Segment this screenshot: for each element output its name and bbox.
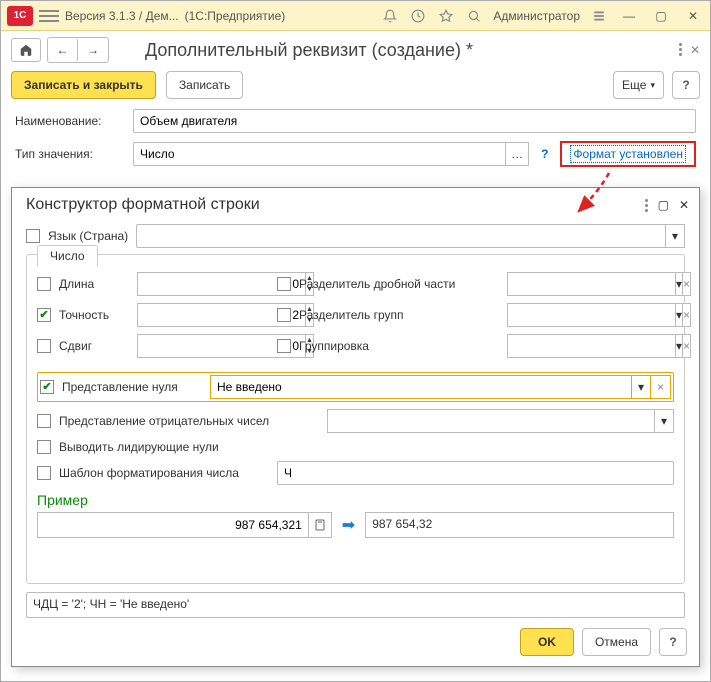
fraction-sep-clear[interactable]: × xyxy=(683,272,691,296)
ok-button[interactable]: OK xyxy=(520,628,574,656)
zero-rep-checkbox[interactable] xyxy=(40,380,54,394)
group-sep-clear[interactable]: × xyxy=(683,303,691,327)
user-menu-icon[interactable] xyxy=(590,7,608,25)
dialog-maximize-button[interactable]: ▢ xyxy=(658,198,669,212)
lang-dropdown-button[interactable]: ▾ xyxy=(665,224,685,248)
name-label: Наименование: xyxy=(15,114,125,128)
template-input[interactable] xyxy=(277,461,674,485)
search-icon[interactable] xyxy=(465,7,483,25)
name-row: Наименование: xyxy=(1,105,710,137)
more-label: Еще xyxy=(622,78,646,92)
grouping-input[interactable] xyxy=(507,334,675,358)
history-icon[interactable] xyxy=(409,7,427,25)
page-close-button[interactable]: ✕ xyxy=(690,43,700,57)
star-icon[interactable] xyxy=(437,7,455,25)
group-sep-checkbox[interactable] xyxy=(277,308,291,322)
grouping-dropdown[interactable]: ▾ xyxy=(675,334,683,358)
nav-row: ← → Дополнительный реквизит (создание) *… xyxy=(1,31,710,65)
type-input[interactable] xyxy=(133,142,505,166)
maximize-button[interactable]: ▢ xyxy=(650,5,672,27)
page-menu-icon[interactable] xyxy=(679,43,682,57)
precision-label: Точность xyxy=(59,308,129,322)
fraction-sep-checkbox[interactable] xyxy=(277,277,291,291)
format-link[interactable]: Формат установлен xyxy=(570,145,686,163)
example-label: Пример xyxy=(37,492,674,508)
chevron-down-icon: ▾ xyxy=(650,80,655,91)
neg-rep-input[interactable] xyxy=(327,409,654,433)
zero-rep-clear[interactable]: × xyxy=(651,375,671,399)
length-checkbox[interactable] xyxy=(37,277,51,291)
leading-zeros-checkbox[interactable] xyxy=(37,440,51,454)
fraction-sep-dropdown[interactable]: ▾ xyxy=(675,272,683,296)
menu-icon[interactable] xyxy=(39,10,59,22)
dialog-title: Конструктор форматной строки xyxy=(26,196,260,214)
forward-button[interactable]: → xyxy=(78,38,108,62)
format-dialog: Конструктор форматной строки ▢ ✕ Язык (С… xyxy=(11,187,700,667)
annotation-arrow-icon xyxy=(569,171,629,215)
arrow-right-icon: ➡ xyxy=(342,515,355,535)
shift-checkbox[interactable] xyxy=(37,339,51,353)
grouping-clear[interactable]: × xyxy=(683,334,691,358)
shift-label: Сдвиг xyxy=(59,339,129,353)
neg-rep-label: Представление отрицательных чисел xyxy=(59,414,319,428)
fraction-sep-label: Разделитель дробной части xyxy=(299,277,499,291)
cancel-button[interactable]: Отмена xyxy=(582,628,651,656)
titlebar: 1C Версия 3.1.3 / Дем... (1С:Предприятие… xyxy=(1,1,710,31)
back-button[interactable]: ← xyxy=(48,38,78,62)
grouping-checkbox[interactable] xyxy=(277,339,291,353)
type-help-icon[interactable]: ? xyxy=(541,147,548,161)
tab-number[interactable]: Число xyxy=(37,245,98,267)
close-window-button[interactable]: ✕ xyxy=(682,5,704,27)
name-input[interactable] xyxy=(133,109,696,133)
neg-rep-checkbox[interactable] xyxy=(37,414,51,428)
type-picker-button[interactable]: … xyxy=(505,142,529,166)
template-checkbox[interactable] xyxy=(37,466,51,480)
result-string: ЧДЦ = '2'; ЧН = 'Не введено' xyxy=(26,592,685,618)
zero-rep-input[interactable] xyxy=(210,375,631,399)
dialog-help-button[interactable]: ? xyxy=(659,628,687,656)
page-title: Дополнительный реквизит (создание) * xyxy=(145,40,473,61)
app-logo: 1C xyxy=(7,6,33,26)
fraction-sep-input[interactable] xyxy=(507,272,675,296)
neg-rep-dropdown[interactable]: ▾ xyxy=(654,409,674,433)
leading-zeros-label: Выводить лидирующие нули xyxy=(59,440,219,454)
help-button[interactable]: ? xyxy=(672,71,700,99)
type-row: Тип значения: … ? Формат установлен xyxy=(1,137,710,171)
lang-label: Язык (Страна) xyxy=(48,229,128,243)
template-label: Шаблон форматирования числа xyxy=(59,466,269,480)
lang-input[interactable] xyxy=(136,224,665,248)
example-output: 987 654,32 xyxy=(365,512,674,538)
group-sep-dropdown[interactable]: ▾ xyxy=(675,303,683,327)
action-row: Записать и закрыть Записать Еще ▾ ? xyxy=(1,65,710,105)
dialog-close-button[interactable]: ✕ xyxy=(679,198,689,212)
more-button[interactable]: Еще ▾ xyxy=(613,71,664,99)
save-button[interactable]: Записать xyxy=(166,71,243,99)
calculator-icon[interactable] xyxy=(308,512,332,538)
type-label: Тип значения: xyxy=(15,147,125,161)
dialog-menu-icon[interactable] xyxy=(645,199,648,212)
format-link-highlight: Формат установлен xyxy=(560,141,696,167)
lang-checkbox[interactable] xyxy=(26,229,40,243)
grouping-label: Группировка xyxy=(299,339,499,353)
minimize-button[interactable]: — xyxy=(618,5,640,27)
zero-rep-label: Представление нуля xyxy=(62,380,202,394)
title-version: Версия 3.1.3 / Дем... xyxy=(65,9,179,23)
user-name[interactable]: Администратор xyxy=(493,9,580,23)
group-sep-label: Разделитель групп xyxy=(299,308,499,322)
example-input[interactable] xyxy=(37,512,308,538)
zero-rep-dropdown[interactable]: ▾ xyxy=(631,375,651,399)
save-close-button[interactable]: Записать и закрыть xyxy=(11,71,156,99)
home-button[interactable] xyxy=(11,38,41,62)
group-sep-input[interactable] xyxy=(507,303,675,327)
length-label: Длина xyxy=(59,277,129,291)
precision-checkbox[interactable] xyxy=(37,308,51,322)
title-platform: (1С:Предприятие) xyxy=(185,9,286,23)
bell-icon[interactable] xyxy=(381,7,399,25)
